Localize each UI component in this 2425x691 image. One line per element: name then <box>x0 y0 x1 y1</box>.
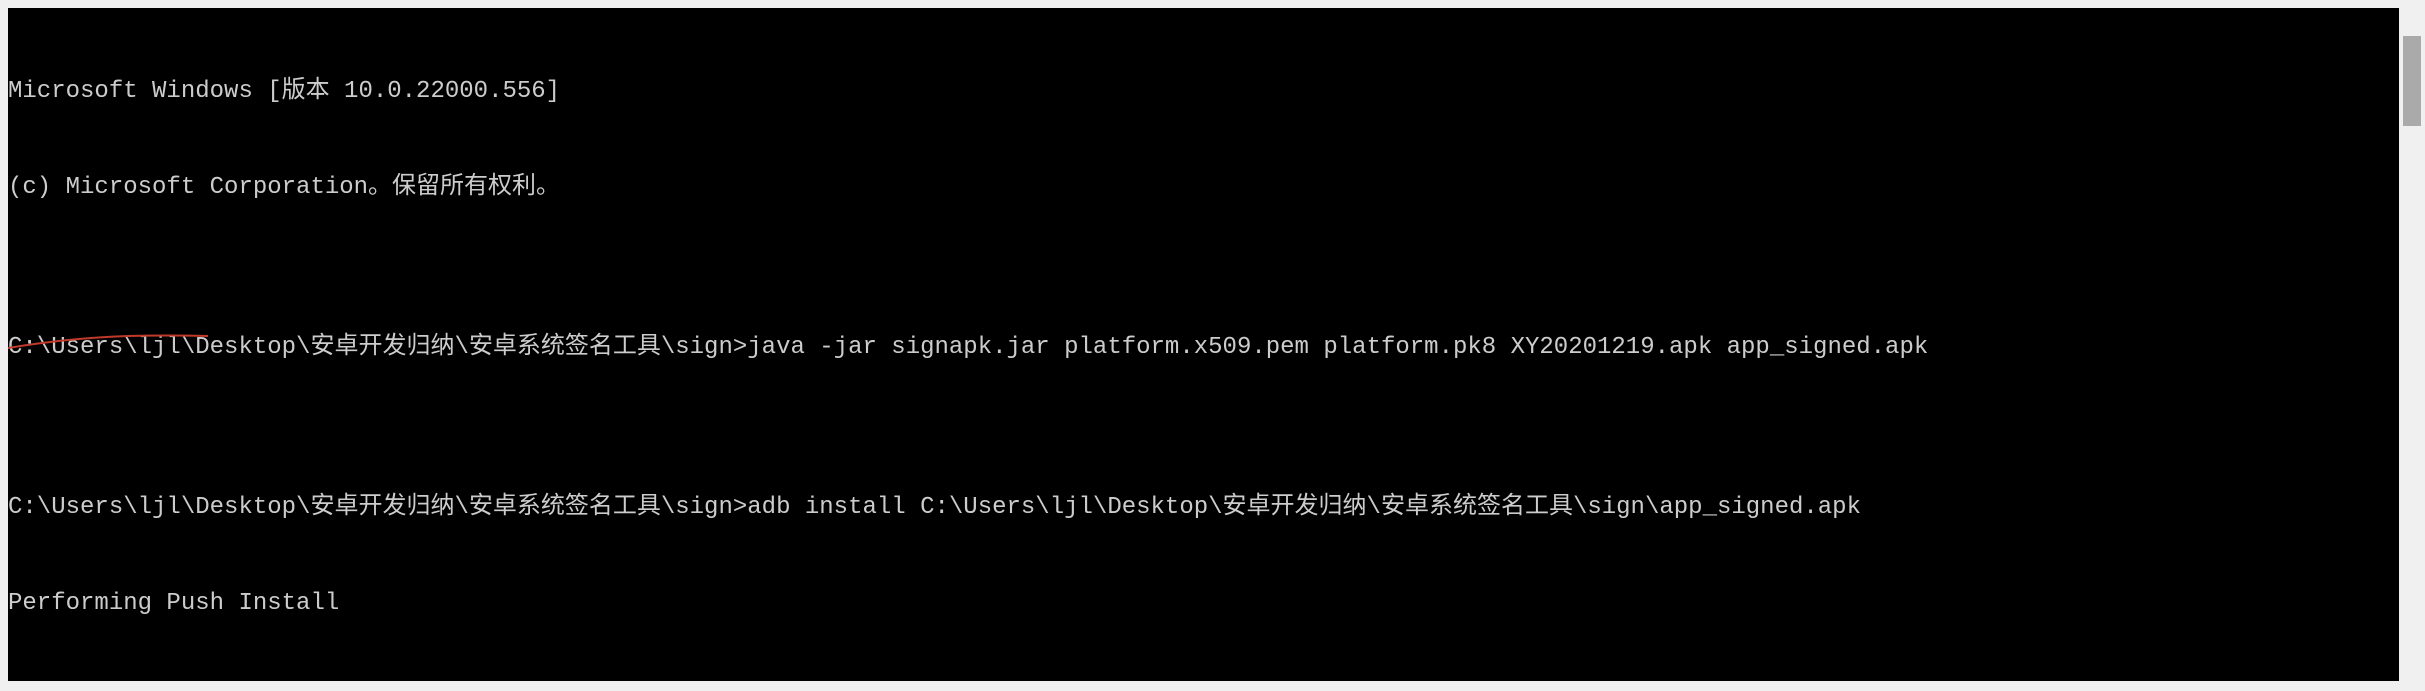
banner-version-line: Microsoft Windows [版本 10.0.22000.556] <box>8 76 2399 108</box>
scrollbar-thumb[interactable] <box>2403 36 2421 126</box>
command-signapk-line: C:\Users\ljl\Desktop\安卓开发归纳\安卓系统签名工具\sig… <box>8 332 2399 364</box>
banner-copyright-line: (c) Microsoft Corporation。保留所有权利。 <box>8 172 2399 204</box>
scrollbar-track[interactable] <box>2399 16 2425 689</box>
terminal-window[interactable]: Microsoft Windows [版本 10.0.22000.556] (c… <box>8 8 2399 681</box>
command-adb-install-line: C:\Users\ljl\Desktop\安卓开发归纳\安卓系统签名工具\sig… <box>8 492 2399 524</box>
push-install-line: Performing Push Install <box>8 588 2399 620</box>
